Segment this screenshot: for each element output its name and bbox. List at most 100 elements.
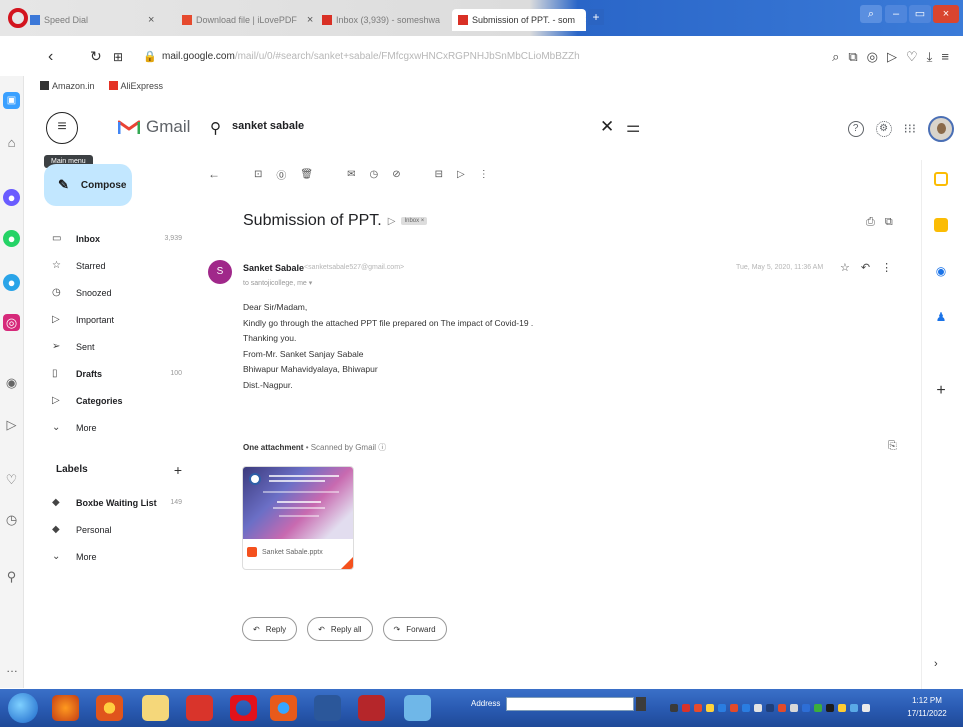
reply-all-button[interactable]: ↶ Reply all — [307, 617, 373, 641]
browser-icon[interactable] — [270, 695, 297, 721]
messenger-icon[interactable]: ● — [3, 189, 20, 206]
tray-icon[interactable] — [802, 704, 810, 712]
search-input[interactable] — [232, 120, 532, 132]
tray-icon[interactable] — [790, 704, 798, 712]
tray-icon[interactable] — [706, 704, 714, 712]
contacts-icon[interactable]: ♟ — [934, 310, 948, 324]
network-icon[interactable] — [850, 704, 858, 712]
opera-taskbar-icon[interactable] — [96, 695, 123, 721]
url-field[interactable]: mail.google.com/mail/u/0/#search/sanket+… — [162, 51, 580, 62]
start-button[interactable] — [8, 693, 38, 723]
report-spam-icon[interactable]: ⓪ — [276, 167, 286, 182]
whatsapp-icon[interactable]: ● — [3, 230, 20, 247]
bookmark-aliexpress[interactable]: AliExpress — [108, 81, 163, 91]
recipients-line[interactable]: to santojicollege, me ▾ — [243, 279, 312, 287]
firefox-icon[interactable] — [52, 695, 79, 721]
calendar-icon[interactable] — [934, 172, 948, 186]
tray-icon[interactable] — [766, 704, 774, 712]
search-icon[interactable]: ⚲ — [210, 119, 221, 137]
new-tab-button[interactable]: + — [588, 9, 604, 25]
search-tabs-icon[interactable]: ⌕ — [860, 5, 882, 23]
label-item-personal[interactable]: ◆ Personal — [52, 516, 182, 543]
folder-icon[interactable] — [142, 695, 169, 721]
sidebar-more-icon[interactable]: … — [6, 661, 18, 675]
label-item-boxbe[interactable]: ◆ Boxbe Waiting List 149 — [52, 489, 182, 516]
snooze-icon[interactable]: ◷ — [369, 169, 378, 180]
tray-icon[interactable] — [742, 704, 750, 712]
speed-dial-icon[interactable]: ▣ — [3, 92, 20, 109]
open-new-window-icon[interactable]: ⧉ — [885, 216, 893, 229]
tab-speed-dial[interactable]: Speed Dial × — [30, 9, 180, 31]
tray-icon[interactable] — [694, 704, 702, 712]
move-to-icon[interactable]: ⊟ — [435, 169, 443, 180]
close-icon[interactable]: × — [148, 14, 154, 26]
label-item-more[interactable]: ⌄ More — [52, 543, 182, 570]
tray-icon[interactable] — [778, 704, 786, 712]
easy-setup-icon[interactable]: ≡ — [941, 49, 949, 65]
address-go-button[interactable] — [636, 697, 646, 711]
snapshot-icon[interactable]: ⧉ — [848, 49, 857, 65]
location-icon[interactable]: ⚲ — [3, 568, 20, 585]
close-icon[interactable]: × — [585, 14, 586, 26]
tray-icon[interactable] — [730, 704, 738, 712]
forward-button[interactable]: ↷ Forward — [382, 617, 447, 641]
send-icon[interactable]: ▷ — [887, 49, 897, 65]
label-as-icon[interactable]: ▷ — [457, 169, 465, 180]
tray-icon[interactable] — [826, 704, 834, 712]
account-avatar[interactable] — [928, 116, 954, 142]
tasks-icon[interactable]: ◉ — [934, 264, 948, 278]
system-clock[interactable]: 1:12 PM 17/11/2022 — [897, 694, 957, 720]
telegram-icon[interactable]: ● — [3, 274, 20, 291]
reply-icon[interactable]: ↶ — [861, 261, 870, 274]
tabs-grid-icon[interactable]: ⊞ — [113, 50, 123, 64]
attachment-card[interactable]: Sanket Sabale.pptx — [242, 466, 354, 570]
nav-item-sent[interactable]: ➢ Sent — [52, 333, 182, 360]
tray-icon[interactable] — [814, 704, 822, 712]
tray-icon[interactable] — [670, 704, 678, 712]
player-icon[interactable]: ◉ — [3, 374, 20, 391]
more-options-icon[interactable]: ⋮ — [479, 169, 489, 180]
history-icon[interactable]: ◷ — [3, 511, 20, 528]
address-toolbar-input[interactable] — [506, 697, 634, 711]
inbox-label-chip[interactable]: Inbox × — [401, 217, 428, 225]
keep-icon[interactable] — [934, 218, 948, 232]
paint-icon[interactable] — [404, 695, 431, 721]
nav-item-more[interactable]: ⌄ More — [52, 414, 182, 441]
gmail-logo[interactable]: Gmail — [118, 117, 190, 137]
home-icon[interactable]: ⌂ — [3, 134, 20, 151]
nav-item-inbox[interactable]: ▭ Inbox 3,939 — [52, 225, 182, 252]
important-marker-icon[interactable]: ▷ — [388, 216, 396, 227]
settings-gear-icon[interactable]: ⚙ — [875, 121, 892, 137]
opera-logo-icon[interactable] — [8, 8, 28, 28]
apps-grid-icon[interactable]: ⁝⁝⁝ — [904, 121, 916, 137]
add-addon-icon[interactable]: + — [934, 383, 948, 399]
reload-icon[interactable]: ↻ — [90, 48, 102, 65]
expand-panel-icon[interactable]: › — [934, 658, 938, 670]
maximize-button[interactable]: ▭ — [909, 5, 931, 23]
back-to-list-icon[interactable]: ← — [208, 167, 220, 181]
compose-button[interactable]: ✎ Compose — [44, 164, 132, 206]
volume-icon[interactable] — [862, 704, 870, 712]
main-menu-button[interactable]: ≡ — [46, 112, 78, 144]
close-icon[interactable]: × — [307, 14, 313, 26]
tray-icon[interactable] — [682, 704, 690, 712]
search-options-icon[interactable]: ⚌ — [626, 117, 640, 137]
nav-item-starred[interactable]: ☆ Starred — [52, 252, 182, 279]
nav-item-important[interactable]: ▷ Important — [52, 306, 182, 333]
media-app-icon[interactable] — [358, 695, 385, 721]
opera-icon[interactable] — [230, 695, 257, 721]
download-icon[interactable]: ⤓ — [927, 49, 933, 65]
tab-submission-of-ppt[interactable]: Submission of PPT. - som × — [452, 9, 586, 31]
archive-icon[interactable]: ⊡ — [254, 169, 262, 180]
bookmark-amazon[interactable]: Amazon.in — [40, 81, 95, 91]
search-page-icon[interactable]: ⌕ — [832, 49, 839, 65]
add-to-drive-icon[interactable]: ⎘ — [888, 440, 897, 453]
create-label-button[interactable]: + — [174, 462, 182, 478]
mark-unread-icon[interactable]: ✉ — [347, 169, 355, 180]
tray-icon[interactable] — [718, 704, 726, 712]
clear-search-icon[interactable]: ✕ — [600, 117, 614, 137]
nav-item-categories[interactable]: ▷ Categories — [52, 387, 182, 414]
powerpoint-icon[interactable] — [186, 695, 213, 721]
back-icon[interactable]: ‹ — [48, 48, 53, 66]
tab-inbox[interactable]: Inbox (3,939) - someshwa × — [322, 9, 450, 31]
